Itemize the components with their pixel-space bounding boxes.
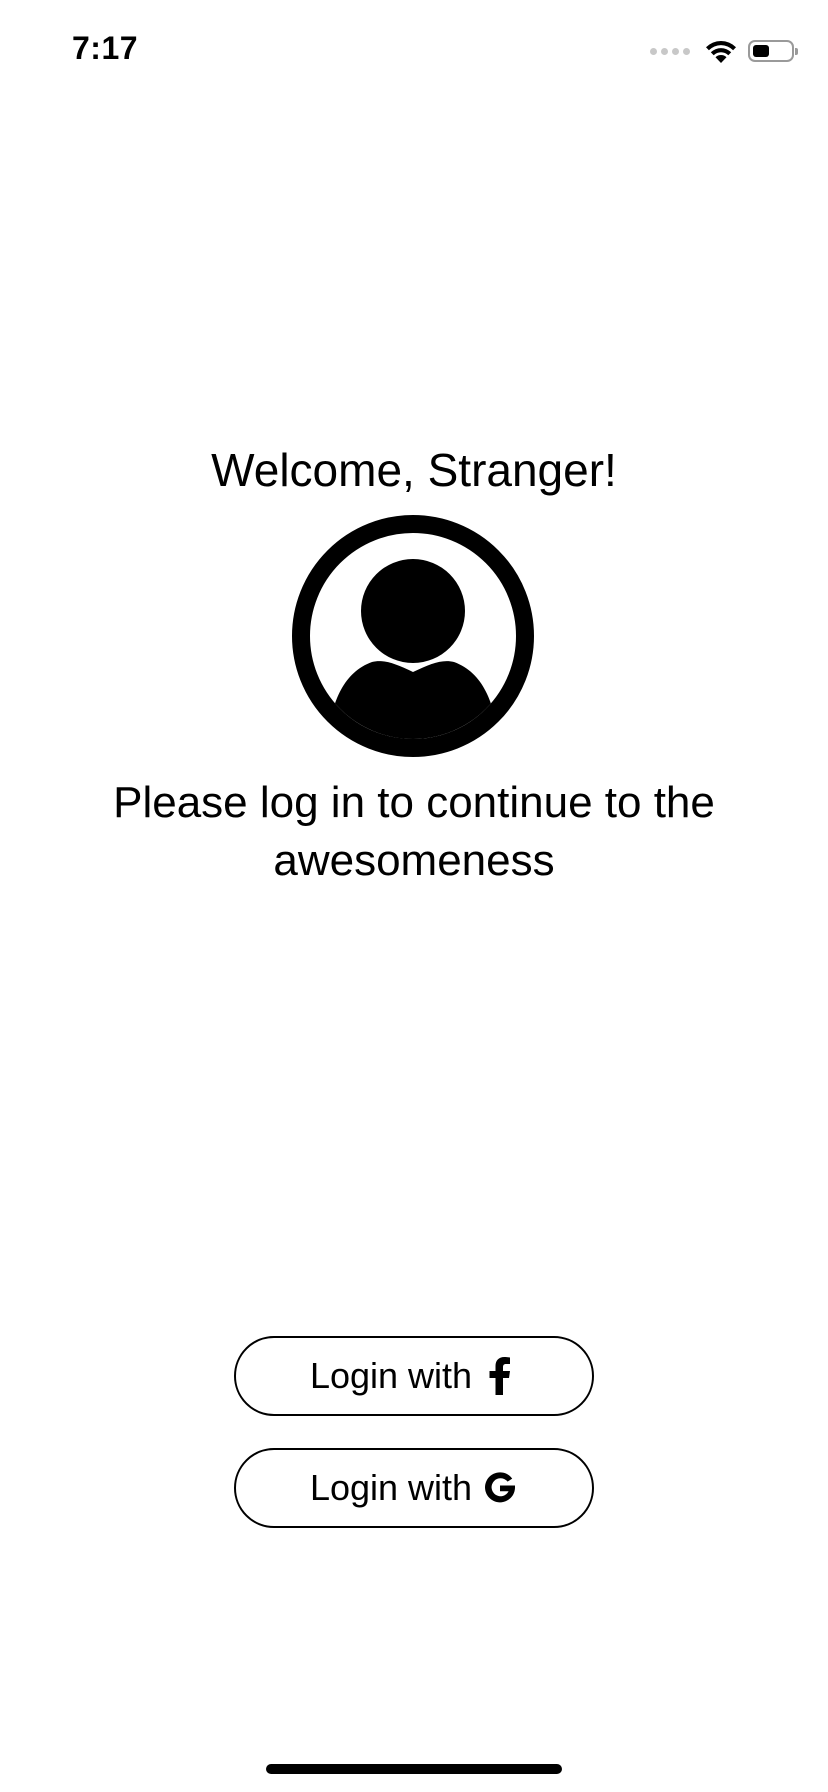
status-bar: 7:17 [0, 0, 828, 100]
status-time: 7:17 [72, 30, 139, 66]
login-google-button[interactable]: Login with [234, 1448, 594, 1528]
login-facebook-label: Login with [309, 1355, 473, 1396]
login-prompt: Please log in to continue to the awesome… [113, 778, 715, 885]
battery-icon [748, 40, 798, 62]
battery-level [753, 45, 769, 57]
facebook-icon [482, 1356, 518, 1396]
welcome-title: Welcome, Stranger! [211, 444, 617, 496]
user-avatar-icon [292, 515, 534, 757]
status-icons [650, 34, 798, 68]
google-icon [482, 1468, 518, 1508]
cellular-signal-icon [650, 47, 690, 55]
wifi-icon [706, 40, 736, 63]
login-facebook-button[interactable]: Login with [234, 1336, 594, 1416]
login-google-label: Login with [309, 1467, 473, 1508]
home-indicator[interactable] [266, 1764, 562, 1774]
